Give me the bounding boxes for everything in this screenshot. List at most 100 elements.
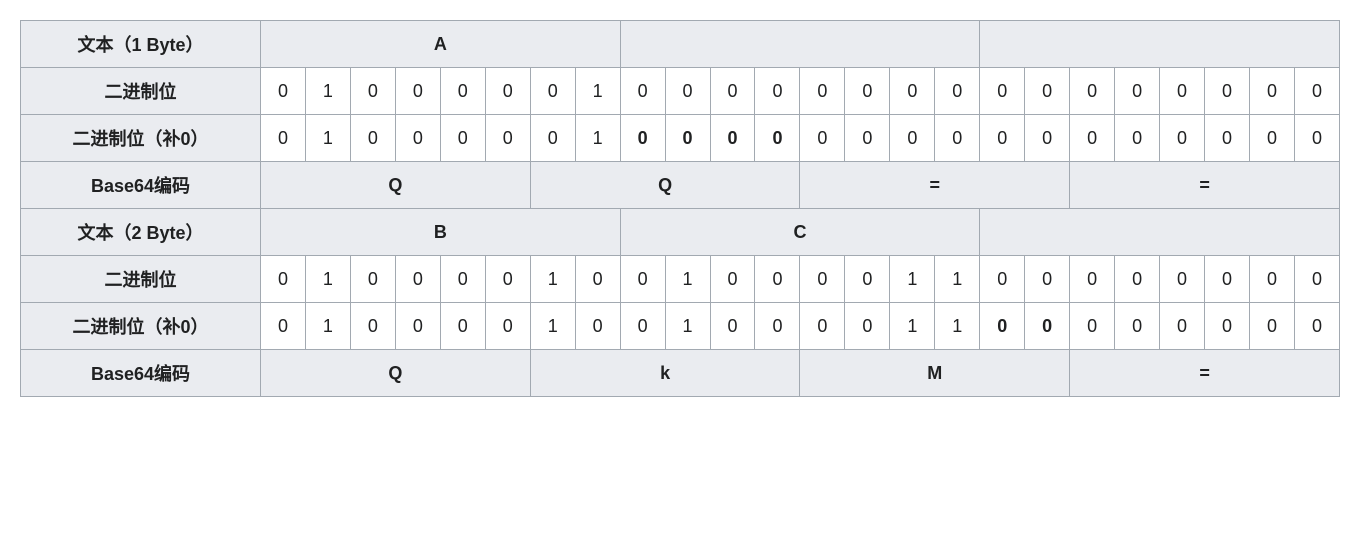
table-cell: 0: [980, 115, 1025, 162]
table-cell: A: [261, 21, 621, 68]
table-cell: 0: [620, 68, 665, 115]
table-cell: Q: [261, 350, 531, 397]
table-cell: 0: [755, 115, 800, 162]
table-cell: 0: [1070, 303, 1115, 350]
table-cell: 0: [350, 68, 395, 115]
table-cell: 0: [1115, 68, 1160, 115]
table-cell: 0: [1160, 303, 1205, 350]
table-cell: 0: [1025, 256, 1070, 303]
base64-encoding-table: 文本（1 Byte）A二进制位010000010000000000000000二…: [20, 20, 1340, 397]
table-cell: 1: [305, 115, 350, 162]
table-cell: 0: [1249, 68, 1294, 115]
table-cell: 0: [800, 115, 845, 162]
table-row: Base64编码QQ==: [21, 162, 1340, 209]
table-cell: 0: [755, 68, 800, 115]
table-cell: 0: [440, 68, 485, 115]
table-cell: 0: [1294, 256, 1339, 303]
table-cell: 0: [620, 256, 665, 303]
table-cell: 0: [710, 303, 755, 350]
table-cell: 1: [935, 303, 980, 350]
row-label: 文本（1 Byte）: [21, 21, 261, 68]
table-cell: 1: [305, 303, 350, 350]
table-row: 文本（1 Byte）A: [21, 21, 1340, 68]
table-cell: 0: [710, 256, 755, 303]
table-cell: 0: [261, 68, 306, 115]
table-cell: 0: [845, 115, 890, 162]
table-cell: 0: [395, 256, 440, 303]
table-cell: 0: [395, 115, 440, 162]
table-cell: =: [1070, 350, 1340, 397]
table-cell: 1: [530, 256, 575, 303]
table-cell: 0: [530, 68, 575, 115]
table-cell: 0: [1205, 115, 1250, 162]
table-cell: 0: [485, 115, 530, 162]
table-cell: 0: [800, 303, 845, 350]
table-cell: 0: [1294, 68, 1339, 115]
table-cell: 0: [1070, 115, 1115, 162]
row-label: Base64编码: [21, 350, 261, 397]
table-cell: 0: [440, 256, 485, 303]
table-cell: 0: [890, 68, 935, 115]
table-cell: 0: [1160, 115, 1205, 162]
table-cell: 0: [665, 68, 710, 115]
table-cell: 0: [530, 115, 575, 162]
table-cell: 0: [440, 115, 485, 162]
table-cell: 1: [890, 303, 935, 350]
table-cell: 0: [800, 256, 845, 303]
table-cell: 0: [440, 303, 485, 350]
table-cell: 0: [350, 115, 395, 162]
table-row: 二进制位（补0）010000100100001100000000: [21, 303, 1340, 350]
table-cell: Q: [261, 162, 531, 209]
table-cell: k: [530, 350, 800, 397]
table-row: 二进制位010000100100001100000000: [21, 256, 1340, 303]
table-cell: [980, 209, 1340, 256]
table-cell: 0: [890, 115, 935, 162]
table-cell: 0: [1249, 256, 1294, 303]
row-label: 二进制位（补0）: [21, 303, 261, 350]
table-cell: [620, 21, 980, 68]
table-cell: 0: [845, 68, 890, 115]
table-cell: 0: [261, 303, 306, 350]
table-cell: 1: [890, 256, 935, 303]
table-cell: 0: [1249, 303, 1294, 350]
table-cell: 0: [575, 256, 620, 303]
table-cell: 0: [1205, 303, 1250, 350]
table-cell: 0: [710, 68, 755, 115]
row-label: 文本（2 Byte）: [21, 209, 261, 256]
table-cell: 0: [755, 256, 800, 303]
table-cell: 0: [485, 256, 530, 303]
table-cell: =: [1070, 162, 1340, 209]
table-cell: 0: [261, 115, 306, 162]
table-cell: 0: [1115, 115, 1160, 162]
table-cell: 0: [1294, 303, 1339, 350]
table-cell: 0: [1025, 68, 1070, 115]
table-cell: 0: [935, 68, 980, 115]
table-cell: C: [620, 209, 980, 256]
table-cell: 0: [980, 303, 1025, 350]
table-cell: B: [261, 209, 621, 256]
table-cell: 0: [1070, 256, 1115, 303]
table-cell: 0: [1294, 115, 1339, 162]
table-cell: 0: [845, 303, 890, 350]
table-cell: [980, 21, 1340, 68]
table-cell: 0: [1160, 256, 1205, 303]
table-cell: 0: [980, 68, 1025, 115]
row-label: 二进制位: [21, 256, 261, 303]
table-row: 二进制位010000010000000000000000: [21, 68, 1340, 115]
table-cell: 1: [530, 303, 575, 350]
table-cell: 0: [261, 256, 306, 303]
table-cell: 1: [935, 256, 980, 303]
table-cell: 0: [620, 115, 665, 162]
table-cell: 0: [935, 115, 980, 162]
row-label: Base64编码: [21, 162, 261, 209]
table-cell: 1: [665, 303, 710, 350]
table-cell: 0: [800, 68, 845, 115]
table-cell: 0: [575, 303, 620, 350]
table-cell: 1: [305, 256, 350, 303]
table-cell: 0: [1115, 256, 1160, 303]
table-row: 文本（2 Byte）BC: [21, 209, 1340, 256]
table-cell: M: [800, 350, 1070, 397]
table-cell: 0: [1025, 115, 1070, 162]
table-row: Base64编码QkM=: [21, 350, 1340, 397]
table-cell: 0: [980, 256, 1025, 303]
